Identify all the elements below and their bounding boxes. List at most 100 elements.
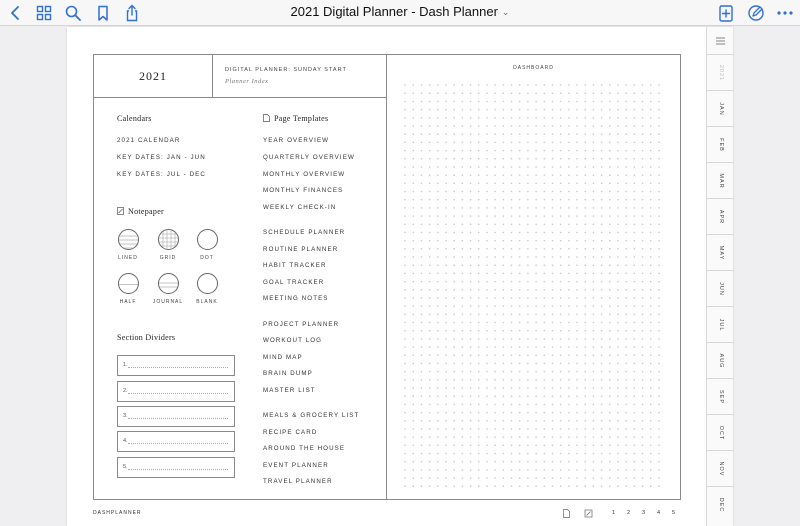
template-workout-log[interactable]: WORKOUT LOG bbox=[263, 337, 322, 344]
more-icon[interactable] bbox=[775, 3, 795, 23]
lined-paper-icon bbox=[117, 229, 139, 250]
journal-paper-icon bbox=[157, 273, 179, 294]
template-quarterly-overview[interactable]: QUARTERLY OVERVIEW bbox=[263, 154, 355, 161]
template-project-planner[interactable]: PROJECT PLANNER bbox=[263, 321, 339, 328]
tab-sep[interactable]: SEP bbox=[707, 378, 734, 414]
tab-2021[interactable]: 2021 bbox=[707, 54, 734, 90]
template-master-list[interactable]: MASTER LIST bbox=[263, 387, 316, 394]
divider-3-label: 3. bbox=[123, 413, 128, 419]
footer-page-1[interactable]: 1 bbox=[606, 510, 621, 516]
tab-nov[interactable]: NOV bbox=[707, 450, 734, 486]
divider-1[interactable]: 1. bbox=[117, 355, 235, 376]
key-dates-h1-link[interactable]: KEY DATES: JAN - JUN bbox=[117, 154, 206, 161]
tab-jan[interactable]: JAN bbox=[707, 90, 734, 126]
dashboard-panel: DASHBOARD bbox=[387, 55, 680, 499]
tab-2021-label: 2021 bbox=[717, 64, 724, 81]
tab-jun-label: JUN bbox=[717, 281, 724, 296]
template-travel-planner[interactable]: TRAVEL PLANNER bbox=[263, 478, 333, 485]
year-label[interactable]: 2021 bbox=[94, 55, 213, 98]
tab-dec[interactable]: DEC bbox=[707, 486, 734, 522]
notepaper-icon bbox=[117, 207, 124, 215]
planner-kicker: DIGITAL PLANNER: SUNDAY START bbox=[225, 67, 347, 73]
divider-3[interactable]: 3. bbox=[117, 406, 235, 427]
tab-aug[interactable]: AUG bbox=[707, 342, 734, 378]
notepaper-dot-label: DOT bbox=[200, 255, 214, 261]
dot-grid-area[interactable] bbox=[401, 81, 665, 491]
template-around-the-house[interactable]: AROUND THE HOUSE bbox=[263, 445, 345, 452]
page-icon bbox=[263, 114, 270, 122]
planner-header: DIGITAL PLANNER: SUNDAY START Planner In… bbox=[213, 55, 387, 98]
tab-may-label: MAY bbox=[717, 245, 724, 260]
template-meals-grocery[interactable]: MEALS & GROCERY LIST bbox=[263, 412, 359, 419]
chevron-down-icon: ⌄ bbox=[501, 7, 510, 17]
document-title[interactable]: 2021 Digital Planner - Dash Planner ⌄ bbox=[0, 4, 800, 19]
notepaper-blank[interactable]: BLANK bbox=[187, 273, 227, 305]
notepaper-half-label: HALF bbox=[119, 299, 137, 305]
tab-jun[interactable]: JUN bbox=[707, 270, 734, 306]
pencil-circle-icon[interactable] bbox=[746, 3, 766, 23]
tab-dec-label: DEC bbox=[717, 497, 724, 512]
notepaper-dot[interactable]: DOT bbox=[187, 229, 227, 261]
footer-page-5[interactable]: 5 bbox=[666, 510, 681, 516]
footer-nav: 1 2 3 4 5 bbox=[562, 508, 681, 518]
divider-5[interactable]: 5. bbox=[117, 457, 235, 478]
notepaper-journal[interactable]: JOURNAL bbox=[148, 273, 188, 305]
half-paper-icon bbox=[117, 273, 139, 294]
tab-feb-label: FEB bbox=[717, 137, 724, 152]
template-brain-dump[interactable]: BRAIN DUMP bbox=[263, 370, 313, 377]
footer-page-4[interactable]: 4 bbox=[651, 510, 666, 516]
template-weekly-check-in[interactable]: WEEKLY CHECK-IN bbox=[263, 204, 336, 211]
notepaper-grid-label: GRID bbox=[159, 255, 177, 261]
template-routine-planner[interactable]: ROUTINE PLANNER bbox=[263, 246, 338, 253]
dot-paper-icon bbox=[196, 229, 218, 250]
notepaper-journal-label: JOURNAL bbox=[152, 299, 184, 305]
template-habit-tracker[interactable]: HABIT TRACKER bbox=[263, 262, 327, 269]
index-panel: 2021 DIGITAL PLANNER: SUNDAY START Plann… bbox=[94, 55, 387, 499]
notepaper-grid[interactable]: GRID bbox=[148, 229, 188, 261]
footer-page-2[interactable]: 2 bbox=[621, 510, 636, 516]
grid-paper-icon bbox=[157, 229, 179, 250]
planner-subtitle: Planner Index bbox=[225, 78, 269, 85]
brand-logo: DASHPLANNER bbox=[93, 510, 142, 516]
template-meeting-notes[interactable]: MEETING NOTES bbox=[263, 295, 329, 302]
key-dates-h2-link[interactable]: KEY DATES: JUL - DEC bbox=[117, 171, 206, 178]
add-page-icon[interactable] bbox=[716, 3, 736, 23]
calendar-link[interactable]: 2021 CALENDAR bbox=[117, 137, 180, 144]
template-schedule-planner[interactable]: SCHEDULE PLANNER bbox=[263, 229, 345, 236]
menu-icon[interactable] bbox=[716, 37, 725, 45]
notepaper-title: Notepaper bbox=[117, 207, 164, 216]
notepaper-icon[interactable] bbox=[584, 509, 593, 518]
divider-2[interactable]: 2. bbox=[117, 381, 235, 402]
tab-apr[interactable]: APR bbox=[707, 198, 734, 234]
planner-frame: 2021 DIGITAL PLANNER: SUNDAY START Plann… bbox=[93, 54, 681, 500]
tab-apr-label: APR bbox=[717, 209, 724, 224]
divider-4[interactable]: 4. bbox=[117, 431, 235, 452]
app-toolbar: 2021 Digital Planner - Dash Planner ⌄ bbox=[0, 0, 800, 26]
template-goal-tracker[interactable]: GOAL TRACKER bbox=[263, 279, 324, 286]
tab-may[interactable]: MAY bbox=[707, 234, 734, 270]
tab-nov-label: NOV bbox=[717, 461, 724, 476]
tab-jul[interactable]: JUL bbox=[707, 306, 734, 342]
dashboard-title: DASHBOARD bbox=[513, 65, 554, 71]
footer-page-3[interactable]: 3 bbox=[636, 510, 651, 516]
page-templates-title-text: Page Templates bbox=[274, 114, 329, 123]
template-mind-map[interactable]: MIND MAP bbox=[263, 354, 303, 361]
notepaper-title-text: Notepaper bbox=[128, 207, 165, 216]
template-year-overview[interactable]: YEAR OVERVIEW bbox=[263, 137, 329, 144]
page-icon[interactable] bbox=[562, 508, 571, 518]
document-title-text: 2021 Digital Planner - Dash Planner bbox=[290, 4, 498, 19]
template-recipe-card[interactable]: RECIPE CARD bbox=[263, 429, 317, 436]
template-event-planner[interactable]: EVENT PLANNER bbox=[263, 462, 329, 469]
tab-oct[interactable]: OCT bbox=[707, 414, 734, 450]
tab-feb[interactable]: FEB bbox=[707, 126, 734, 162]
template-monthly-finances[interactable]: MONTHLY FINANCES bbox=[263, 187, 343, 194]
tab-sep-label: SEP bbox=[717, 389, 724, 404]
notepaper-half[interactable]: HALF bbox=[108, 273, 148, 305]
notepaper-lined[interactable]: LINED bbox=[108, 229, 148, 261]
tab-jan-label: JAN bbox=[717, 101, 724, 116]
blank-paper-icon bbox=[196, 273, 218, 294]
template-monthly-overview[interactable]: MONTHLY OVERVIEW bbox=[263, 171, 345, 178]
tab-mar[interactable]: MAR bbox=[707, 162, 734, 198]
planner-page: 2021 DIGITAL PLANNER: SUNDAY START Plann… bbox=[67, 27, 733, 526]
calendars-title: Calendars bbox=[117, 114, 152, 123]
